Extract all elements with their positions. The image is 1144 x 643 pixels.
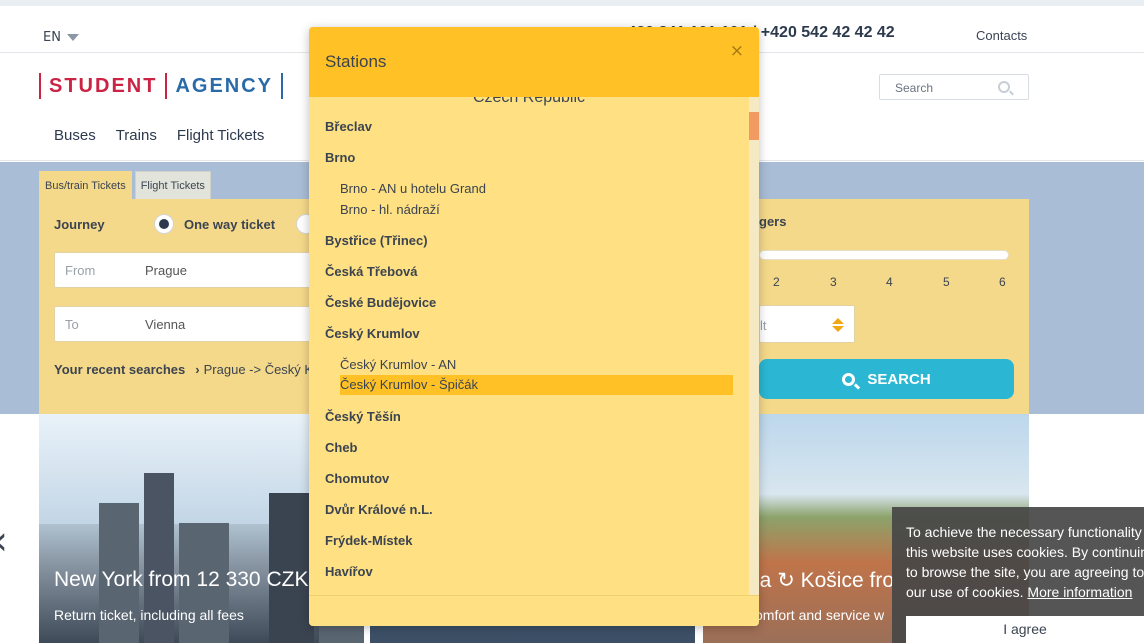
city-item[interactable]: Havířov	[325, 564, 373, 579]
fare-type-select[interactable]: lt	[759, 305, 855, 343]
more-information-link[interactable]: More information	[1027, 584, 1132, 600]
booking-tabs: Bus/train Tickets Flight Tickets	[39, 171, 211, 199]
chevron-right-icon: ›	[195, 362, 200, 377]
passengers-label: gers	[759, 214, 787, 229]
scrollbar-thumb[interactable]	[749, 112, 759, 140]
passenger-count: 5	[943, 275, 950, 289]
from-label: From	[65, 263, 96, 278]
agree-button[interactable]: I agree	[906, 616, 1144, 643]
logo-bar	[281, 73, 284, 99]
logo-bar	[165, 73, 168, 99]
nav-item-trains[interactable]: Trains	[116, 127, 157, 144]
station-list: Czech Republic Břeclav Brno Brno - AN u …	[309, 97, 749, 595]
logo-bar	[39, 73, 41, 99]
to-value: Vienna	[145, 317, 186, 332]
city-item[interactable]: České Budějovice	[325, 295, 436, 310]
search-input[interactable]: Search	[879, 74, 1029, 100]
modal-footer	[309, 595, 759, 626]
contacts-link[interactable]: Contacts	[976, 28, 1027, 43]
recent-search-item[interactable]: Prague -> Český K	[204, 362, 313, 377]
close-icon[interactable]: ×	[730, 41, 744, 61]
nav-item-flight-tickets[interactable]: Flight Tickets	[177, 127, 265, 144]
city-item[interactable]: Břeclav	[325, 119, 372, 134]
passenger-count: 4	[886, 275, 893, 289]
to-field[interactable]: To Vienna	[54, 306, 324, 342]
stations-modal: Stations × Czech Republic Břeclav Brno B…	[309, 27, 759, 626]
logo-text-student: STUDENT	[49, 74, 158, 97]
city-item[interactable]: Bystřice (Třinec)	[325, 233, 428, 248]
main-nav: Buses Trains Flight Tickets	[54, 127, 284, 144]
from-field[interactable]: From Prague	[54, 252, 324, 288]
city-item[interactable]: Chomutov	[325, 471, 389, 486]
modal-title: Stations	[325, 52, 387, 71]
search-button[interactable]: SEARCH	[759, 359, 1014, 399]
search-icon	[842, 372, 856, 386]
station-list-scrollbar[interactable]	[749, 97, 759, 595]
from-value: Prague	[145, 263, 187, 278]
city-item[interactable]: Český Těšín	[325, 409, 401, 424]
cookie-message: To achieve the necessary functionality t…	[906, 522, 1144, 602]
promo-title: na ↻ Košice fro	[748, 569, 894, 592]
recent-searches: Your recent searches › Prague -> Český K	[54, 362, 313, 377]
carousel-prev-icon[interactable]: ‹	[0, 518, 8, 564]
country-heading: Czech Republic	[472, 97, 586, 106]
logo[interactable]: STUDENT AGENCY	[39, 73, 291, 99]
search-placeholder: Search	[895, 81, 934, 95]
station-item[interactable]: Český Krumlov - AN	[340, 357, 456, 372]
city-item[interactable]: Dvůr Králové n.L.	[325, 502, 433, 517]
passenger-count: 2	[773, 275, 780, 289]
city-item[interactable]: Český Krumlov	[325, 326, 420, 341]
modal-header: Stations ×	[309, 27, 759, 97]
to-label: To	[65, 317, 79, 332]
search-button-label: SEARCH	[867, 370, 931, 388]
promo-subtitle: Return ticket, including all fees	[54, 607, 244, 623]
passenger-count: 3	[830, 275, 837, 289]
chevron-down-icon	[66, 34, 79, 41]
station-item[interactable]: Brno - AN u hotelu Grand	[340, 181, 486, 196]
arrow-down-icon	[832, 326, 844, 332]
arrow-up-icon	[832, 318, 844, 324]
station-item-selected[interactable]: Český Krumlov - Špičák	[340, 375, 733, 395]
fare-type-value: lt	[760, 318, 767, 333]
city-item[interactable]: Frýdek-Místek	[325, 533, 412, 548]
city-item[interactable]: Brno	[325, 150, 355, 165]
passenger-count: 6	[999, 275, 1006, 289]
one-way-label: One way ticket	[184, 217, 276, 232]
one-way-radio[interactable]	[154, 214, 174, 234]
journey-label: Journey	[54, 217, 105, 232]
promo-subtitle: comfort and service w	[748, 607, 885, 623]
nav-item-buses[interactable]: Buses	[54, 127, 96, 144]
promo-title: New York from 12 330 CZK	[54, 568, 309, 591]
city-item[interactable]: Cheb	[325, 440, 358, 455]
passenger-slider[interactable]	[759, 250, 1009, 260]
language-label: EN	[43, 30, 61, 45]
station-item[interactable]: Brno - hl. nádraží	[340, 202, 440, 217]
tab-flight[interactable]: Flight Tickets	[134, 171, 211, 199]
language-selector[interactable]: EN	[43, 30, 79, 45]
search-icon[interactable]	[998, 81, 1010, 93]
city-item[interactable]: Česká Třebová	[325, 264, 418, 279]
recent-searches-label: Your recent searches	[54, 362, 186, 377]
tab-bus-train[interactable]: Bus/train Tickets	[39, 171, 132, 199]
logo-text-agency: AGENCY	[175, 74, 274, 97]
